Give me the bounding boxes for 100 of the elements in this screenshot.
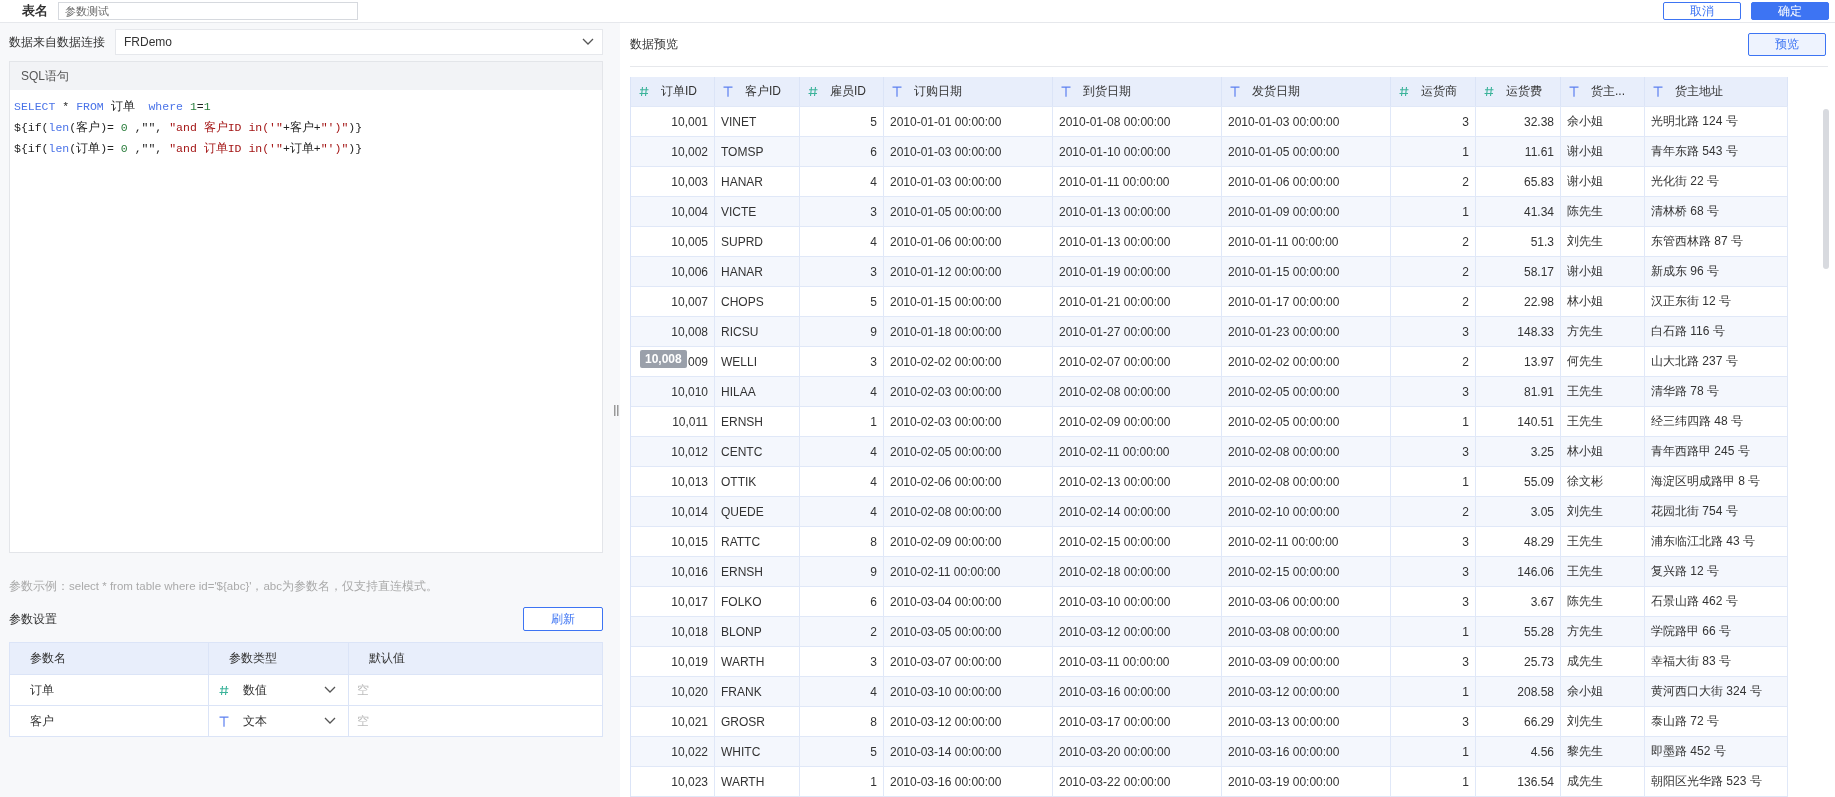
table-cell: 2010-03-16 00:00:00 [1053,677,1222,706]
table-cell: 2010-03-14 00:00:00 [884,737,1053,766]
column-header[interactable]: 运货商 [1391,77,1476,106]
table-cell: 2010-03-11 00:00:00 [1053,647,1222,676]
table-cell: 10,010 [631,377,715,406]
table-cell: 青年东路 543 号 [1645,137,1788,166]
table-cell: 2 [1391,167,1476,196]
table-cell: 清华路 78 号 [1645,377,1788,406]
refresh-button[interactable]: 刷新 [523,607,603,631]
preview-button[interactable]: 预览 [1748,33,1826,56]
sql-editor[interactable]: SQL语句 SELECT * FROM 订单 where 1=1 ${if(len(客户)= 0 ,"", "and 客户ID in('"+客户+"')")} ${if(len(订单)= 0 ,"", "and 订单ID in('"+订单+"')")} [9,61,603,553]
column-header[interactable]: 到货日期 [1053,77,1222,106]
table-cell: 2 [1391,497,1476,526]
table-cell: 4 [800,227,884,256]
column-header[interactable]: 订购日期 [884,77,1053,106]
table-cell: WHITC [715,737,800,766]
table-cell: 何先生 [1561,347,1645,376]
column-header[interactable]: 客户ID [715,77,800,106]
column-header[interactable]: 发货日期 [1222,77,1391,106]
table-cell: 55.09 [1476,467,1561,496]
caret-icon [324,717,336,725]
table-cell: 2010-03-08 00:00:00 [1222,617,1391,646]
table-cell: 5 [800,737,884,766]
table-cell: 3 [800,647,884,676]
table-cell: 10,011 [631,407,715,436]
table-cell: 2010-03-10 00:00:00 [1053,587,1222,616]
table-cell: 2010-03-09 00:00:00 [1222,647,1391,676]
table-cell: 泰山路 72 号 [1645,707,1788,736]
table-cell: 学院路甲 66 号 [1645,617,1788,646]
table-cell: 白石路 116 号 [1645,317,1788,346]
table-cell: RICSU [715,317,800,346]
text-type-icon [892,86,902,97]
table-cell: 2010-01-09 00:00:00 [1222,197,1391,226]
table-cell: 黎先生 [1561,737,1645,766]
table-cell: 2010-01-27 00:00:00 [1053,317,1222,346]
table-cell: 2010-03-10 00:00:00 [884,677,1053,706]
column-header[interactable]: 货主地址 [1645,77,1788,106]
sql-title: SQL语句 [21,67,69,85]
table-cell: 2010-01-06 00:00:00 [1222,167,1391,196]
table-cell: 2010-03-04 00:00:00 [884,587,1053,616]
default-value-field[interactable]: 空 [355,682,602,698]
table-cell: 余小姐 [1561,107,1645,136]
code-line: ${if(len(订单)= 0 ,"", "and 订单ID in('"+订单+"')")} [14,141,364,157]
table-cell: HANAR [715,257,800,286]
column-header[interactable]: 订单ID [631,77,715,106]
table-cell: 2010-01-05 00:00:00 [884,197,1053,226]
table-cell: 幸福大街 83 号 [1645,647,1788,676]
table-cell: 2010-01-08 00:00:00 [1053,107,1222,136]
table-cell: 208.58 [1476,677,1561,706]
table-cell: FRANK [715,677,800,706]
table-cell: 谢小姐 [1561,167,1645,196]
table-cell: 陈先生 [1561,197,1645,226]
table-cell: 2010-02-11 00:00:00 [1053,437,1222,466]
table-cell: 2010-02-07 00:00:00 [1053,347,1222,376]
table-cell: 2010-03-13 00:00:00 [1222,707,1391,736]
table-cell: 3 [1391,647,1476,676]
table-cell: 2010-01-03 00:00:00 [1222,107,1391,136]
text-type-icon [1569,86,1579,97]
table-cell: 青年西路甲 245 号 [1645,437,1788,466]
column-header[interactable]: 运货费 [1476,77,1561,106]
table-cell: WARTH [715,647,800,676]
table-cell: 汉正东街 12 号 [1645,287,1788,316]
preview-title: 数据预览 [630,36,678,53]
table-cell: 4 [800,167,884,196]
type-select[interactable]: 数值 [209,675,349,705]
hint-text: 参数示例：select * from table where id='${abc}'，abc为参数名，仅支持直连模式。 [9,579,439,594]
scrollbar[interactable] [1823,109,1829,269]
splitter-handle-icon[interactable] [613,404,619,416]
table-cell: 2010-03-12 00:00:00 [1053,617,1222,646]
table-cell: 2 [1391,347,1476,376]
table-cell: 148.33 [1476,317,1561,346]
table-cell: 10,022 [631,737,715,766]
dialog-button[interactable]: 取消 [1663,2,1741,20]
table-cell: GROSR [715,707,800,736]
table-cell: 41.34 [1476,197,1561,226]
table-cell: 51.3 [1476,227,1561,256]
table-cell: 4 [800,677,884,706]
table-cell: 10,021 [631,707,715,736]
table-cell: 3.05 [1476,497,1561,526]
column-header[interactable]: 雇员ID [800,77,884,106]
table-cell: 2010-02-08 00:00:00 [1053,377,1222,406]
table-cell: 2010-01-12 00:00:00 [884,257,1053,286]
connection-select[interactable]: FRDemo [115,29,603,55]
table-cell: 2010-02-02 00:00:00 [884,347,1053,376]
dialog-button[interactable]: 确定 [1751,2,1829,20]
table-name-label: 表名 [22,2,48,20]
table-cell: VINET [715,107,800,136]
table-cell: 2010-02-14 00:00:00 [1053,497,1222,526]
type-select[interactable]: 文本 [209,706,349,736]
default-value-field[interactable]: 空 [355,713,602,729]
table-cell: 2 [1391,287,1476,316]
table-cell: 2 [1391,257,1476,286]
table-cell: 东管西林路 87 号 [1645,227,1788,256]
table-cell: 王先生 [1561,557,1645,586]
table-cell: 146.06 [1476,557,1561,586]
table-cell: 10,005 [631,227,715,256]
table-cell: 2010-03-12 00:00:00 [1222,677,1391,706]
table-cell: FOLKO [715,587,800,616]
column-header[interactable]: 货主... [1561,77,1645,106]
table-name-field[interactable]: 参数测试 [58,2,358,20]
